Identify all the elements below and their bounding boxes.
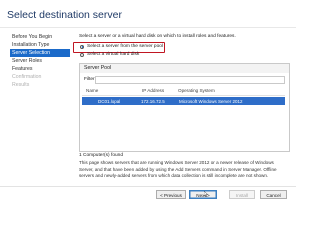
nav-item-installation-type[interactable]: Installation Type — [10, 41, 70, 49]
title-divider — [0, 27, 296, 28]
column-divider — [82, 95, 285, 96]
nav-item-before-you-begin[interactable]: Before You Begin — [10, 33, 70, 41]
nav-item-features[interactable]: Features — [10, 65, 70, 73]
nav-item-server-roles[interactable]: Server Roles — [10, 57, 70, 65]
radio-virtual-disk-label: Select a virtual hard disk — [87, 52, 140, 57]
column-header-name[interactable]: Name — [86, 88, 98, 93]
add-roles-wizard: Select destination server Before You Beg… — [0, 0, 296, 200]
radio-server-pool-option[interactable]: Select a server from the server pool — [80, 44, 163, 49]
install-button: Install — [229, 190, 255, 199]
cancel-button[interactable]: Cancel — [260, 190, 287, 199]
footer-divider — [0, 186, 296, 187]
column-header-ip[interactable]: IP Address — [142, 88, 164, 93]
nav-item-confirmation: Confirmation — [12, 74, 42, 80]
next-button[interactable]: Next > — [189, 190, 217, 199]
selection-description: Select a server or a virtual hard disk o… — [79, 34, 236, 39]
wizard-steps-nav: Before You Begin Installation Type Serve… — [10, 33, 70, 89]
server-os-cell: Microsoft Windows Server 2012 — [179, 98, 243, 104]
radio-virtual-disk-option[interactable]: Select a virtual hard disk — [80, 52, 139, 57]
server-ip-cell: 172.16.72.5 — [141, 98, 165, 104]
radio-unchecked-icon[interactable] — [80, 52, 84, 57]
column-header-os[interactable]: Operating System — [178, 88, 215, 93]
table-row[interactable]: DC01.lopal 172.16.72.5 Microsoft Windows… — [82, 97, 285, 105]
page-title: Select destination server — [7, 9, 122, 21]
server-pool-info-text: This page shows servers that are running… — [79, 160, 277, 178]
nav-item-server-selection[interactable]: Server Selection — [10, 49, 70, 57]
computers-found-count: 1 Computer(s) found — [79, 153, 123, 158]
previous-button[interactable]: < Previous — [156, 190, 186, 199]
nav-item-results: Results — [12, 82, 30, 88]
mouse-pointer-icon — [204, 191, 208, 197]
server-pool-panel: Server Pool Filter: Name IP Address Oper… — [79, 63, 290, 152]
filter-input[interactable] — [95, 76, 285, 84]
radio-server-pool-label: Select a server from the server pool — [87, 44, 163, 49]
server-pool-title: Server Pool — [80, 64, 289, 73]
server-name-cell: DC01.lopal — [98, 98, 121, 104]
radio-checked-icon[interactable] — [80, 44, 84, 49]
